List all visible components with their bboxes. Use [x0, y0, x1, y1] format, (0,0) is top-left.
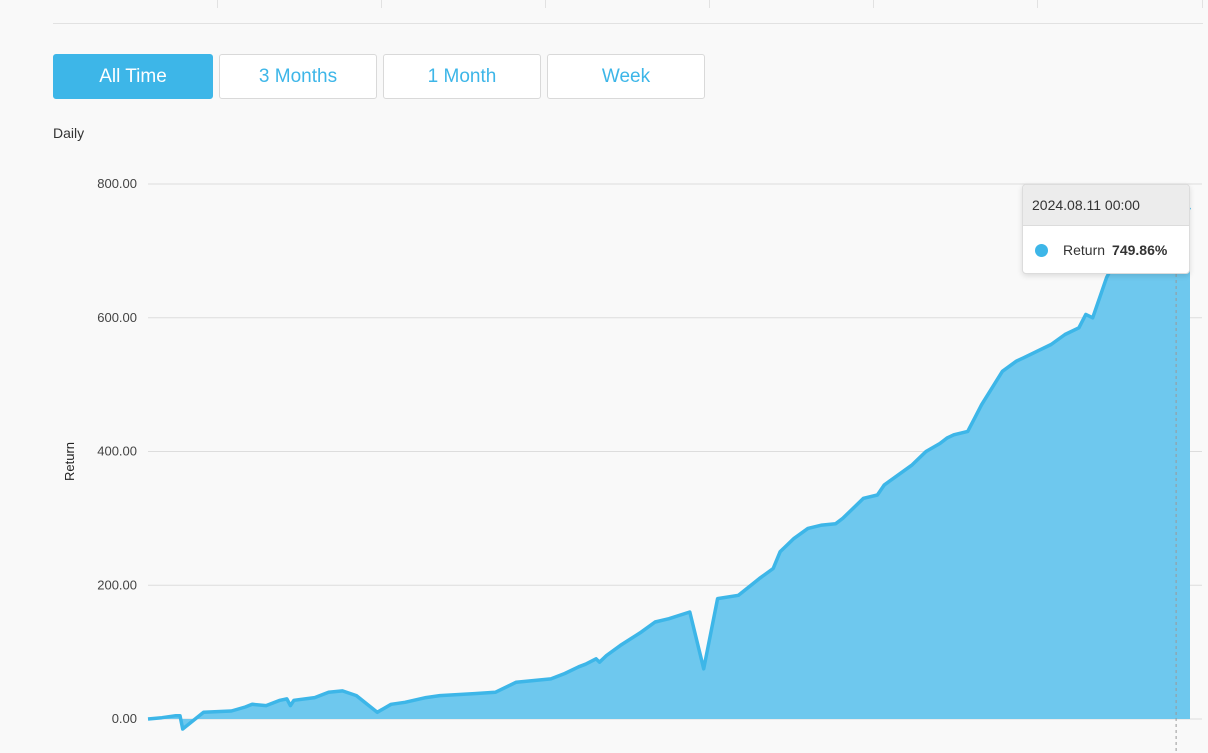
y-tick-label: 200.00 — [97, 577, 137, 592]
series-area — [148, 207, 1190, 729]
tooltip-value: 749.86% — [1112, 242, 1168, 258]
y-tick-label: 800.00 — [97, 176, 137, 191]
tooltip-date: 2024.08.11 00:00 — [1023, 185, 1189, 226]
y-tick-label: 0.00 — [112, 711, 137, 726]
y-axis-label: Return — [62, 442, 77, 481]
tooltip-row: Return 749.86% — [1023, 226, 1189, 273]
series-dot-icon — [1035, 243, 1048, 257]
chart-tooltip: 2024.08.11 00:00 Return 749.86% — [1022, 184, 1190, 274]
return-chart[interactable]: 0.00 200.00 400.00 600.00 800.00 Return — [0, 0, 1208, 753]
tooltip-series-name: Return — [1063, 242, 1106, 258]
y-tick-label: 400.00 — [97, 444, 137, 459]
y-tick-label: 600.00 — [97, 310, 137, 325]
